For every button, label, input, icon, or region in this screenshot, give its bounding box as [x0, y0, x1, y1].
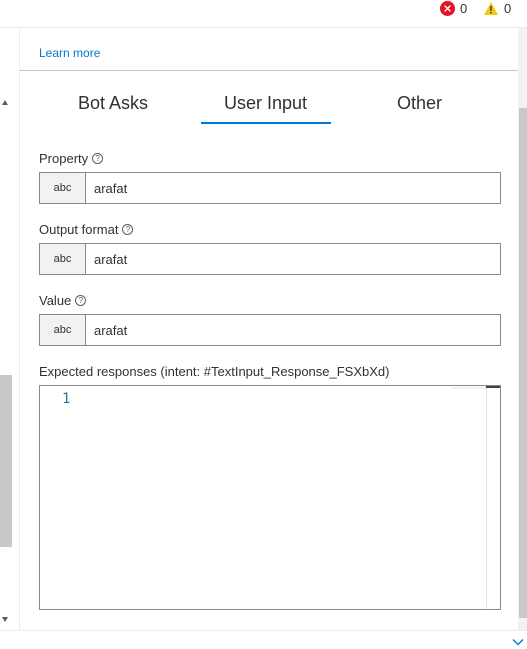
active-tab-indicator — [201, 122, 331, 124]
value-label-text: Value — [39, 293, 72, 308]
output-format-input[interactable]: arafat — [86, 244, 500, 274]
warning-count-value: 0 — [504, 0, 512, 16]
chevron-down-icon[interactable] — [512, 638, 524, 646]
scroll-up-arrow-icon[interactable] — [2, 100, 8, 105]
question-circle-icon[interactable]: ? — [75, 295, 87, 306]
property-label-text: Property — [39, 151, 89, 166]
expected-responses-label: Expected responses (intent: #TextInput_R… — [39, 364, 390, 379]
form-panel: 0 0 Learn more Bot Asks User Input Other… — [0, 0, 527, 649]
property-input[interactable]: arafat — [86, 173, 500, 203]
warning-triangle-icon — [483, 1, 499, 16]
output-format-label: Output format ? — [39, 222, 134, 237]
property-type-badge[interactable]: abc — [40, 173, 86, 203]
editor-scrollbar[interactable] — [486, 386, 500, 609]
bottom-bar — [0, 630, 527, 649]
learn-more-link[interactable]: Learn more — [39, 46, 100, 60]
line-number: 1 — [62, 391, 71, 407]
panel-divider — [19, 28, 20, 630]
property-field[interactable]: abc arafat — [39, 172, 501, 204]
tab-user-input[interactable]: User Input — [224, 93, 307, 114]
right-scrollbar[interactable] — [518, 28, 527, 630]
question-circle-icon[interactable]: ? — [122, 224, 134, 235]
value-field[interactable]: abc arafat — [39, 314, 501, 346]
output-format-label-text: Output format — [39, 222, 119, 237]
current-line-highlight — [452, 387, 486, 389]
value-label: Value ? — [39, 293, 87, 308]
property-label: Property ? — [39, 151, 104, 166]
value-type-badge[interactable]: abc — [40, 315, 86, 345]
question-circle-icon[interactable]: ? — [92, 153, 104, 164]
expected-responses-editor[interactable]: 1 — [39, 385, 501, 610]
right-scrollbar-thumb[interactable] — [519, 108, 527, 618]
error-count[interactable]: 0 — [440, 0, 467, 16]
value-input[interactable]: arafat — [86, 315, 500, 345]
status-bar: 0 0 — [0, 0, 527, 28]
left-scrollbar[interactable] — [0, 28, 12, 630]
tab-bot-asks[interactable]: Bot Asks — [78, 93, 148, 114]
error-count-value: 0 — [460, 0, 468, 16]
editor-scrollbar-thumb[interactable] — [486, 386, 500, 388]
scroll-down-arrow-icon[interactable] — [2, 617, 8, 622]
left-scrollbar-thumb[interactable] — [0, 375, 12, 547]
error-circle-icon — [440, 0, 455, 16]
tab-other[interactable]: Other — [397, 93, 442, 114]
output-format-type-badge[interactable]: abc — [40, 244, 86, 274]
warning-count[interactable]: 0 — [483, 0, 511, 16]
section-divider — [20, 70, 518, 71]
output-format-field[interactable]: abc arafat — [39, 243, 501, 275]
